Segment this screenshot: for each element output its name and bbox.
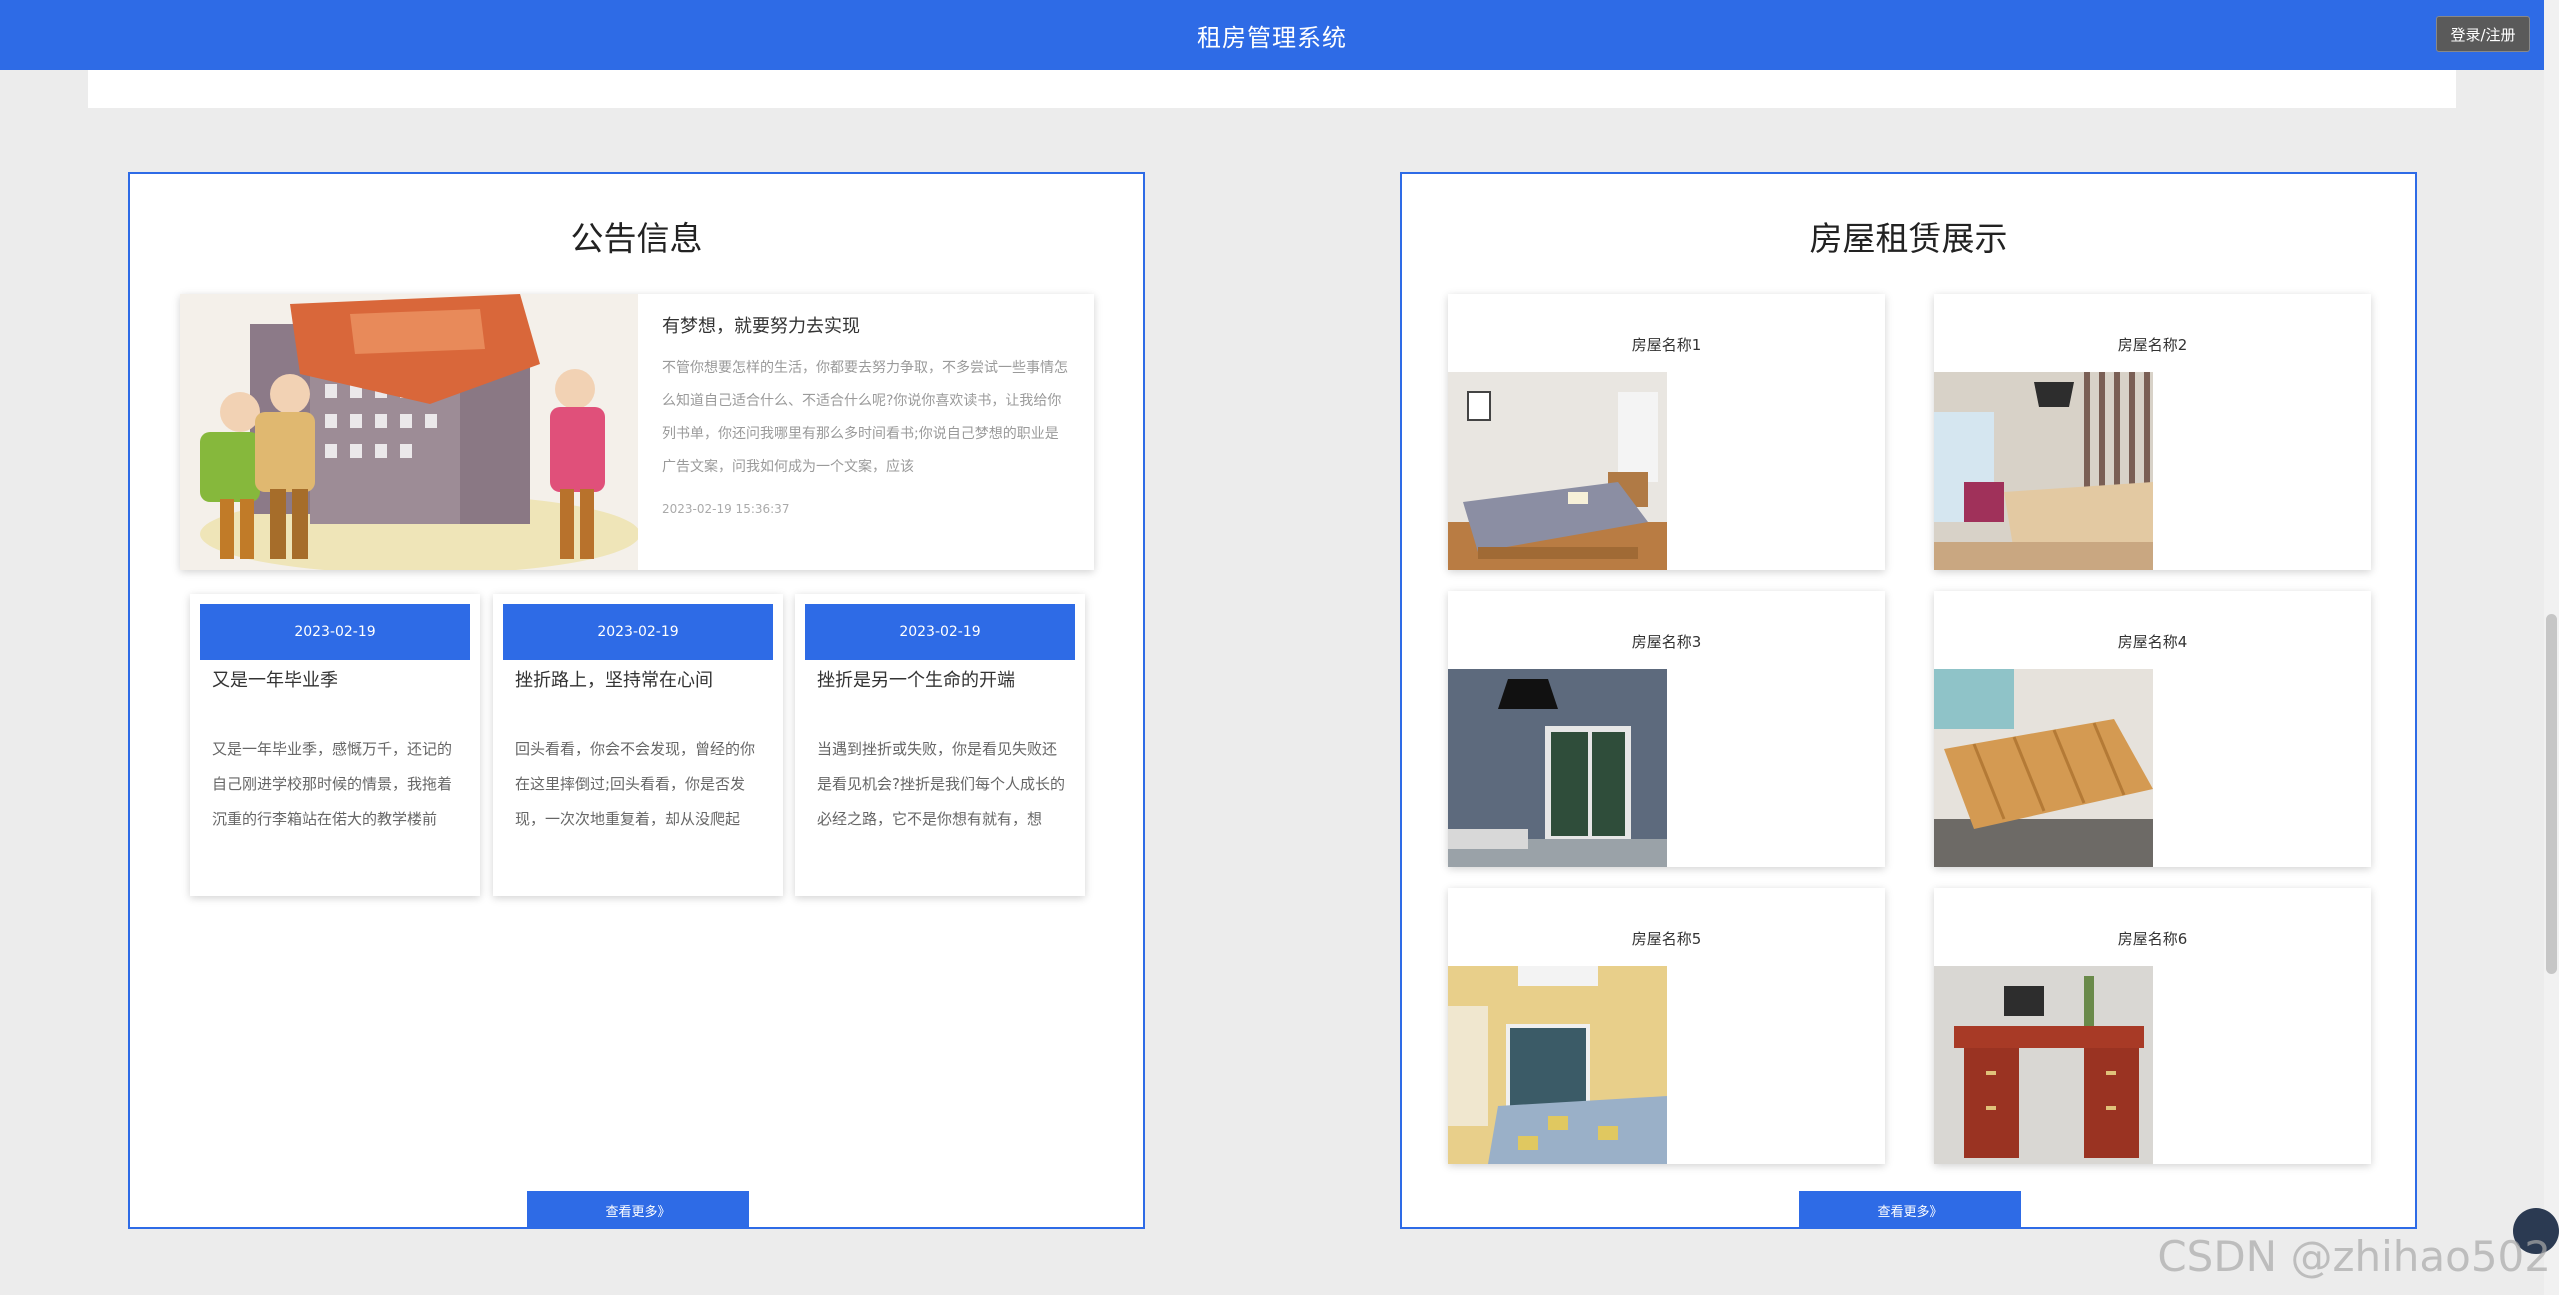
house-more-button[interactable]: 查看更多》 <box>1799 1191 2021 1229</box>
house-panel: 房屋租赁展示 房屋名称1 房屋名称2 房屋名称3 房屋名称4 房屋名称5 房屋名… <box>1400 172 2417 1229</box>
featured-notice-title[interactable]: 有梦想，就要努力去实现 <box>662 312 1072 338</box>
house-image[interactable] <box>1934 372 2153 570</box>
featured-notice-date: 2023-02-19 15:36:37 <box>662 502 790 516</box>
house-image[interactable] <box>1934 669 2153 867</box>
house-name: 房屋名称4 <box>2117 633 2188 651</box>
notice-card[interactable]: 2023-02-19 挫折路上，坚持常在心间 回头看看，你会不会发现，曾经的你在… <box>493 594 783 896</box>
house-card[interactable]: 房屋名称5 <box>1448 888 1885 1164</box>
house-card[interactable]: 房屋名称1 <box>1448 294 1885 570</box>
watermark: CSDN @zhihao502 <box>2157 1232 2551 1281</box>
notice-date-badge: 2023-02-19 <box>503 604 773 660</box>
house-image[interactable] <box>1448 372 1667 570</box>
house-name: 房屋名称3 <box>1631 633 1702 651</box>
house-name: 房屋名称1 <box>1631 336 1702 354</box>
top-navbar: 租房管理系统 登录/注册 <box>0 0 2544 70</box>
house-card[interactable]: 房屋名称4 <box>1934 591 2371 867</box>
notice-date-badge: 2023-02-19 <box>200 604 470 660</box>
notice-title: 又是一年毕业季 <box>212 670 338 691</box>
notice-title: 挫折是另一个生命的开端 <box>817 670 1015 691</box>
house-name: 房屋名称5 <box>1631 930 1702 948</box>
featured-notice-text: 有梦想，就要努力去实现 不管你想要怎样的生活，你都要去努力争取，不多尝试一些事情… <box>662 312 1072 516</box>
featured-notice-image <box>180 294 638 570</box>
notice-date-badge: 2023-02-19 <box>805 604 1075 660</box>
notice-desc: 回头看看，你会不会发现，曾经的你在这里摔倒过;回头看看，你是否发现，一次次地重复… <box>515 740 756 828</box>
notice-panel: 公告信息 有梦想，就要努力去实现 不管你想要怎样的生活，你都要去努力争取，不多尝… <box>128 172 1145 1229</box>
house-name: 房屋名称2 <box>2117 336 2188 354</box>
notice-more-button[interactable]: 查看更多》 <box>527 1191 749 1229</box>
house-image[interactable] <box>1934 966 2153 1164</box>
house-panel-title: 房屋租赁展示 <box>1809 219 2008 258</box>
scrollbar-thumb[interactable] <box>2546 614 2557 974</box>
house-name: 房屋名称6 <box>2117 930 2188 948</box>
house-image[interactable] <box>1448 669 1667 867</box>
notice-card[interactable]: 2023-02-19 挫折是另一个生命的开端 当遇到挫折或失败，你是看见失败还是… <box>795 594 1085 896</box>
house-card[interactable]: 房屋名称6 <box>1934 888 2371 1164</box>
login-register-button[interactable]: 登录/注册 <box>2436 16 2530 52</box>
notice-title: 挫折路上，坚持常在心间 <box>515 670 713 691</box>
site-title: 租房管理系统 <box>1197 23 1347 52</box>
house-image[interactable] <box>1448 966 1667 1164</box>
notice-card[interactable]: 2023-02-19 又是一年毕业季 又是一年毕业季，感慨万千，还记的自己刚进学… <box>190 594 480 896</box>
house-card[interactable]: 房屋名称3 <box>1448 591 1885 867</box>
featured-notice[interactable]: 有梦想，就要努力去实现 不管你想要怎样的生活，你都要去努力争取，不多尝试一些事情… <box>180 294 1094 570</box>
top-content-band <box>88 70 2456 108</box>
notice-desc: 当遇到挫折或失败，你是看见失败还是看见机会?挫折是我们每个人成长的必经之路，它不… <box>817 740 1065 828</box>
notice-panel-title: 公告信息 <box>570 219 703 258</box>
house-card[interactable]: 房屋名称2 <box>1934 294 2371 570</box>
page-scrollbar[interactable] <box>2544 0 2559 1295</box>
featured-notice-desc: 不管你想要怎样的生活，你都要去努力争取，不多尝试一些事情怎么知道自己适合什么、不… <box>662 360 1068 475</box>
notice-desc: 又是一年毕业季，感慨万千，还记的自己刚进学校那时候的情景，我拖着沉重的行李箱站在… <box>212 740 453 828</box>
